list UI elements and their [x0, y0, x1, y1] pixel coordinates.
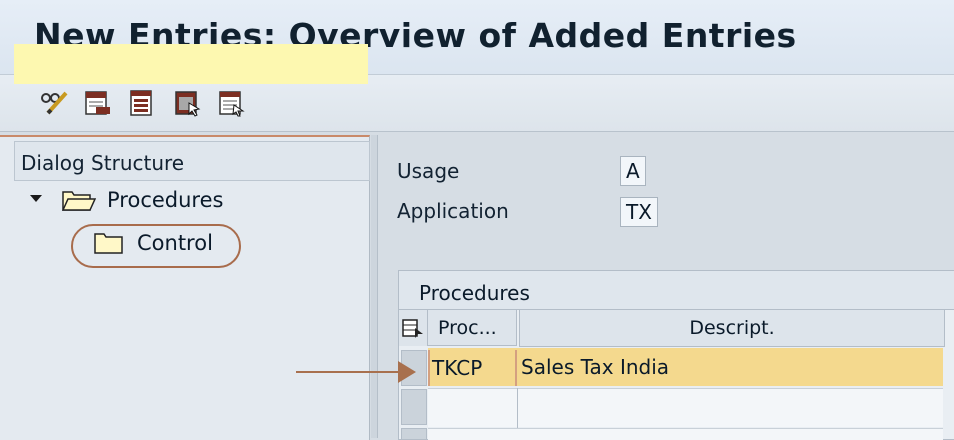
table-title-bar: Procedures — [399, 271, 954, 310]
table-row[interactable] — [428, 428, 943, 440]
table-row[interactable] — [428, 388, 943, 427]
panel-splitter[interactable] — [371, 135, 378, 438]
table-title: Procedures — [419, 281, 530, 305]
procedure-cell[interactable]: TKCP — [428, 350, 517, 386]
tree-item-control[interactable]: Control — [137, 231, 213, 255]
description-cell[interactable]: Sales Tax India — [521, 349, 941, 385]
dialog-structure-panel: Dialog Structure — [0, 135, 370, 440]
document-details-icon[interactable] — [217, 89, 245, 117]
procedures-table: Procedures Proc... Descript. TKCP Sales … — [398, 270, 954, 440]
tree-item-procedures-label[interactable]: Procedures — [107, 188, 223, 212]
delete-row-icon[interactable] — [84, 89, 112, 117]
expand-arrow-icon[interactable] — [30, 195, 42, 202]
folder-icon — [94, 231, 124, 259]
table-settings-icon[interactable] — [399, 310, 428, 346]
usage-label: Usage — [397, 159, 460, 183]
column-header-procedure[interactable]: Proc... — [428, 310, 517, 346]
application-field: TX — [620, 197, 658, 227]
dialog-structure-header: Dialog Structure — [14, 141, 370, 181]
pencil-glasses-icon[interactable] — [40, 89, 68, 117]
row-selector[interactable] — [401, 389, 427, 425]
copy-entries-icon[interactable] — [128, 89, 156, 117]
annotation-arrow-head — [398, 361, 416, 383]
tree-item-procedures[interactable] — [14, 44, 368, 84]
annotation-arrow — [296, 371, 400, 373]
column-header-description[interactable]: Descript. — [519, 310, 945, 347]
open-folder-icon — [61, 188, 97, 216]
row-selector[interactable] — [401, 428, 427, 440]
select-all-icon[interactable] — [173, 89, 201, 117]
application-label: Application — [397, 199, 509, 223]
dialog-structure-title: Dialog Structure — [21, 151, 185, 175]
usage-field: A — [620, 156, 646, 186]
